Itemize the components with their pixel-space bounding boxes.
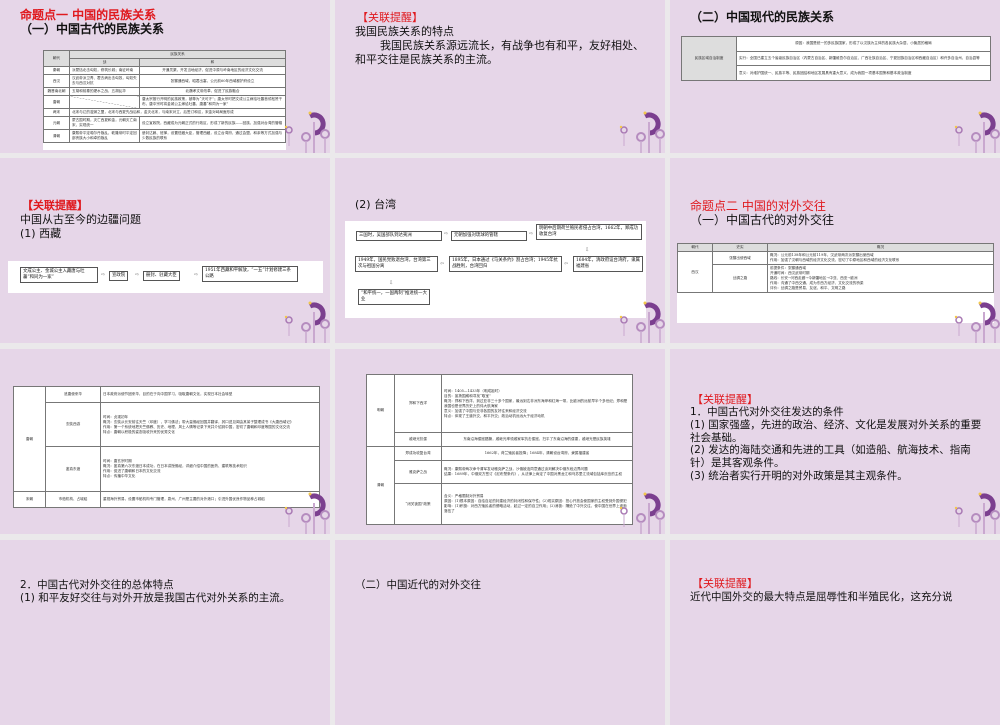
condition-heading: 1．中国古代对外交往发达的条件 <box>690 406 844 418</box>
ming-qing-table: 明朝 郑和下西洋 时间：1405—1433年（明成祖时） 目的：宣扬国威和寻找“取宝”… <box>366 373 633 525</box>
arrow-right-icon: ⇨ <box>529 231 534 237</box>
arrow-right-icon: ⇨ <box>135 272 140 278</box>
ethnic-relations-table: 朝代 民族关系 战和 秦朝 派蒙恬北击匈奴，修筑长城；南征岭南 开通灵渠，开发当地经济… <box>43 50 286 150</box>
autonomy-table: 民族区域自治制度 原因：我国是统一的多民族国家，形成了以汉族为主体的各民族大杂居、… <box>681 36 991 81</box>
slide-title: （二）中国现代的民族关系 <box>690 10 835 24</box>
table-row: 秦朝 派蒙恬北击匈奴，修筑长城；南征岭南 开通灵渠，开发当地经济，促进中原与岭南地区… <box>43 66 286 75</box>
flower-decoration-icon <box>954 301 1000 343</box>
table-row: 戚继光抗倭 东南沿海倭寇猖獗，戚继光率领戚家军抗击倭寇，扫平了东南沿海的倭患，戚继… <box>367 432 633 448</box>
slide-thumbnail-6[interactable]: 命题点二 中国的对外交往 （一）中国古代的对外交往 朝代 史实 概况 西汉 张骞出使西… <box>670 158 1000 343</box>
table-row: 西汉 张骞出使西域 概况：公元前138年和公元前119年，汉武帝两次派张骞出使西域作… <box>677 251 994 293</box>
slide-thumbnail-8[interactable]: 明朝 郑和下西洋 时间：1405—1433年（明成祖时） 目的：宣扬国威和寻找“取宝”… <box>335 349 665 534</box>
flow-step: 三国时，吴国部队到达夷洲 <box>356 231 442 241</box>
slide-thumbnail-10[interactable]: 2．中国古代对外交往的总体特点 (1) 和平友好交往与对外开放是我国古代对外关系… <box>0 540 330 725</box>
table-row: 元朝 蒙古国时期，灭亡西夏和金，元朝灭亡南宋，实现统一 设立宣政院，西藏成为元朝正式… <box>43 116 286 130</box>
reminder-label: 【关联提醒】 <box>692 393 758 406</box>
reminder-label: 【关联提醒】 <box>692 577 758 590</box>
flower-decoration-icon <box>284 492 330 534</box>
flow-step: 1684年，清政府设台湾府，隶属福建省 <box>573 256 643 272</box>
table-cell: 原因：我国是统一的多民族国家，形成了以汉族为主体的各民族大杂居、小聚居的格局 <box>736 36 991 52</box>
reminder-label: 【关联提醒】 <box>22 199 88 212</box>
slide-thumbnail-5[interactable]: (2) 台湾 三国时，吴国部队到达夷洲 ⇨ 元朝加强对琉球的管辖 ⇨ 明朝中后期… <box>335 158 665 343</box>
slide-title: 命题点二 中国的对外交往 <box>690 199 826 213</box>
row-header: 民族区域自治制度 <box>681 36 737 81</box>
table-row: 丝绸之路 前提条件：张骞通西域 开通时间：西汉武帝时期 路线：长安→河西走廊→今新疆地… <box>678 264 994 293</box>
slide-heading: 2．中国古代对外交往的总体特点 <box>20 579 174 591</box>
header-dynasty: 朝代 <box>677 243 713 252</box>
slide-thumbnail-9[interactable]: 【关联提醒】 1．中国古代对外交往发达的条件 (1) 国家强盛，先进的政治、经济… <box>670 349 1000 534</box>
arrow-right-icon: ⇨ <box>444 231 449 237</box>
tang-song-table: 唐朝 遣唐使来华 日本政府派使节团来华，目的在于向中国学习，吸取唐朝文化，实现日本社… <box>13 385 320 508</box>
table-row: 玄奘西游 时间：贞观初年 概况：玄奘从长安前往天竺（印度），学习佛法；带大量佛经回国… <box>14 401 320 448</box>
condition-item: (1) 国家强盛，先进的政治、经济、文化是发展对外关系的重要社会基础。 <box>690 418 982 444</box>
table-row: “闭关锁国”政策 含义：严格限制对外贸易 原因：(1)根本原因：自给自足的封建经济的… <box>367 483 633 525</box>
table-row: 明朝 郑和下西洋 时间：1405—1433年（明成祖时） 目的：宣扬国威和寻找“取宝”… <box>366 373 633 448</box>
condition-item: (3) 统治者实行开明的对外政策是其主观条件。 <box>690 469 908 482</box>
slide-subtitle: （一）中国古代的对外交往 <box>690 213 835 227</box>
slide-subheading: (1) 西藏 <box>20 227 62 240</box>
arrow-down-icon: ⇩ <box>389 280 394 286</box>
header-event: 史实 <box>712 243 768 252</box>
table-cell: 实行：全国已建立五个省级民族自治区（内蒙古自治区、新疆维吾尔自治区、广西壮族自治… <box>736 50 991 67</box>
table-cell: 意义：对维护国统一、民族平等、民族团结和地区发展具有重大意义，成为我国一项基本国… <box>736 65 991 81</box>
flow-step: 1951年西藏和平解放，“一五”计划修建三条公路 <box>202 266 298 282</box>
tibet-flowchart: 文成公主、金城公主入藏唐与吐蕃“和同为一家” ⇨ 宣政院 ⇨ 册封、驻藏大臣 ⇨… <box>8 261 323 293</box>
table-row: 两宋 北宋与辽的澶渊之盟，北宋与西夏先战后和，金灭北宋，与南宋对立，后签订和议，宋… <box>43 108 286 117</box>
flower-decoration-icon <box>619 492 665 534</box>
arrow-down-icon: ⇩ <box>585 247 590 253</box>
table-row: 唐朝 唐太宗推行开明的民族政策，被尊为“天可汗”；唐太宗时把文成公主嫁给吐蕃首领松… <box>43 95 286 109</box>
arrow-right-icon: ⇨ <box>194 272 199 278</box>
header-relations: 民族关系 <box>69 50 286 59</box>
slide-paragraph: (1) 和平友好交往与对外开放是我国古代对外关系的主流。 <box>20 592 291 604</box>
flow-step: 1949年，国民党败退台湾，台湾第三次与祖国分离 <box>355 256 438 272</box>
header-peace: 和 <box>139 58 286 67</box>
header-overview: 概况 <box>767 243 994 252</box>
header-war: 战 <box>69 58 140 67</box>
slide-heading: 中国从古至今的边疆问题 <box>20 213 141 226</box>
flow-step: 元朝加强对琉球的管辖 <box>451 231 527 241</box>
table-row: 西汉 汉武帝派卫青、霍去病出击匈奴，匈奴失去与西汉对抗 张骞通西域，昭君出塞，公元前… <box>43 74 286 88</box>
taiwan-flowchart: 三国时，吴国部队到达夷洲 ⇨ 元朝加强对琉球的管辖 ⇨ 明朝中后期荷兰殖民者侵占… <box>345 221 646 318</box>
slide-paragraph: 近代中国外交的最大特点是屈辱性和半殖民化，这充分说 <box>690 591 953 603</box>
foreign-exchange-table: 朝代 史实 概况 西汉 张骞出使西域 概况：公元前138年和公元前119年，汉武帝两次派… <box>677 243 994 323</box>
flow-step: 册封、驻藏大臣 <box>143 271 180 281</box>
arrow-left-icon: ⇦ <box>440 261 445 267</box>
flow-step: 宣政院 <box>109 271 129 281</box>
slide-thumbnail-1[interactable]: 命题点一 中国的民族关系 （一）中国古代的民族关系 朝代 民族关系 战和 秦朝 派蒙… <box>0 0 330 153</box>
slide-heading: 我国民族关系的特点 <box>355 25 454 38</box>
flow-step: 明朝中后期荷兰殖民者侵占台湾，1662年，郑成功收复台湾 <box>536 224 642 240</box>
table-row: 鉴真东渡 时间：唐玄宗时期 概况：鉴真第六次东渡日本成功，在日本讲授佛经，详细介绍中… <box>14 446 320 493</box>
flower-decoration-icon <box>284 301 330 343</box>
slide-title: （二）中国近代的对外交往 <box>355 579 481 591</box>
table-row: 清朝 康熙帝平定噶尔丹叛乱，乾隆帝时平定回部贵族大小和卓的叛乱 册封达赖、班禅，设置… <box>43 129 286 143</box>
flower-decoration-icon <box>619 301 665 343</box>
flower-decoration-icon <box>954 111 1000 153</box>
slide-thumbnail-4[interactable]: 【关联提醒】 中国从古至今的边疆问题 (1) 西藏 文成公主、金城公主入藏唐与吐… <box>0 158 330 343</box>
slide-thumbnail-11[interactable]: （二）中国近代的对外交往 <box>335 540 665 725</box>
condition-item: (2) 发达的海陆交通和先进的工具（如造船、航海技术、指南针）是其客观条件。 <box>690 444 971 470</box>
reminder-label: 【关联提醒】 <box>357 11 423 24</box>
flower-decoration-icon <box>284 111 330 153</box>
arrow-right-icon: ⇨ <box>101 272 106 278</box>
table-row: 魏晋南北朝 五胡和前秦的淝水之战，五胡乱华 北魏孝文帝改革，促进了民族融合 <box>43 87 286 96</box>
slide-thumbnail-12[interactable]: 【关联提醒】 近代中国外交的最大特点是屈辱性和半殖民化，这充分说 <box>670 540 1000 725</box>
slide-title: 命题点一 中国的民族关系 <box>20 8 157 22</box>
header-dynasty: 朝代 <box>43 50 70 67</box>
flow-step: 1895年，日本通过《马关条约》割占台湾；1945年抗战胜利，台湾回归 <box>449 256 562 272</box>
flow-step: “和平统一，一国两制”推进统一大业 <box>358 289 430 305</box>
flow-step: 文成公主、金城公主入藏唐与吐蕃“和同为一家” <box>20 267 98 283</box>
slide-thumbnail-3[interactable]: （二）中国现代的民族关系 民族区域自治制度 原因：我国是统一的多民族国家，形成了以… <box>670 0 1000 153</box>
slide-subheading: (2) 台湾 <box>355 198 397 211</box>
flower-decoration-icon <box>954 492 1000 534</box>
table-row: 唐朝 遣唐使来华 日本政府派使节团来华，目的在于向中国学习，吸取唐朝文化，实现日本社… <box>13 385 320 493</box>
arrow-left-icon: ⇦ <box>564 261 569 267</box>
slide-thumbnail-7[interactable]: 唐朝 遣唐使来华 日本政府派使节团来华，目的在于向中国学习，吸取唐朝文化，实现日本社… <box>0 349 330 534</box>
slide-thumbnail-2[interactable]: 【关联提醒】 我国民族关系的特点 我国民族关系源远流长，有战争也有和平，友好相处… <box>335 0 665 153</box>
table-row: 宋朝 市舶机构、占城稻 重视海外贸易，设置市舶机构专门管理，泉州、广州是主要的对外港… <box>13 491 320 508</box>
slide-subtitle: （一）中国古代的民族关系 <box>20 22 165 36</box>
slide-paragraph: 我国民族关系源远流长，有战争也有和平，友好相处、和平交往是民族关系的主流。 <box>355 39 644 66</box>
table-row: 雅克萨之战 概况：康熙帝两次命令清军发动雅克萨之战，沙俄被迫同意通过谈判解决中俄东… <box>367 460 633 485</box>
table-row: 清朝 郑成功收复台湾 1662年，荷兰殖民者投降；1684年，清朝设台湾府，隶属福建… <box>366 446 633 525</box>
flower-decoration-icon <box>619 111 665 153</box>
